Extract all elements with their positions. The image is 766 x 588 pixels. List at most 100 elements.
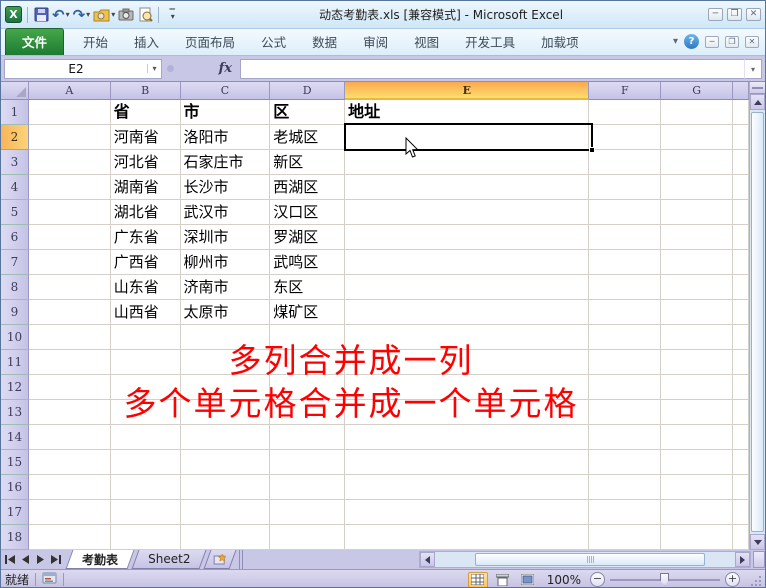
cell-A14[interactable] [28,425,111,450]
cell-C17[interactable] [180,500,271,525]
column-header-B[interactable]: B [110,82,181,100]
cell-partial-16[interactable] [733,475,750,500]
cell-E5[interactable] [345,200,590,225]
row-header-3[interactable]: 3 [1,150,29,175]
cell-F4[interactable] [589,175,662,200]
cell-C5[interactable]: 武汉市 [180,200,271,225]
cell-B14[interactable] [110,425,181,450]
cell-partial-3[interactable] [733,150,750,175]
formula-bar-splitter[interactable] [167,65,174,72]
prev-sheet-icon[interactable] [19,553,32,566]
cell-F7[interactable] [589,250,662,275]
cell-partial-8[interactable] [733,275,750,300]
row-header-2[interactable]: 2 [1,125,29,150]
cell-A16[interactable] [28,475,111,500]
row-header-17[interactable]: 17 [1,500,29,525]
vertical-split-handle[interactable] [750,82,765,94]
cell-F8[interactable] [589,275,662,300]
scroll-right-icon[interactable] [735,552,750,567]
cell-partial-12[interactable] [733,375,750,400]
horizontal-scrollbar[interactable] [419,551,751,568]
cell-A6[interactable] [28,225,111,250]
first-sheet-icon[interactable] [4,553,17,566]
cell-C9[interactable]: 太原市 [180,300,271,325]
next-sheet-icon[interactable] [34,553,47,566]
minimize-button[interactable]: ─ [708,8,723,21]
zoom-in-icon[interactable]: + [725,572,740,587]
cell-B3[interactable]: 河北省 [110,150,181,175]
tab-scroll-splitter[interactable] [239,550,244,569]
cell-D15[interactable] [270,450,346,475]
scroll-up-icon[interactable] [750,94,765,110]
ribbon-tab-5[interactable]: 数据 [299,29,350,55]
restore-button[interactable]: ❐ [727,8,742,21]
row-header-18[interactable]: 18 [1,525,29,550]
scroll-left-icon[interactable] [420,552,435,567]
print-preview-icon[interactable] [137,6,153,24]
cell-B7[interactable]: 广西省 [110,250,181,275]
cell-E9[interactable] [345,300,590,325]
column-header-A[interactable]: A [28,82,111,100]
ribbon-tab-4[interactable]: 公式 [248,29,299,55]
cell-C7[interactable]: 柳州市 [180,250,271,275]
cell-F1[interactable] [589,100,662,125]
cell-B16[interactable] [110,475,181,500]
cell-D2[interactable]: 老城区 [270,125,346,150]
name-box[interactable]: E2 ▾ [4,58,162,79]
cell-E14[interactable] [345,425,590,450]
resize-grip[interactable] [749,574,761,586]
row-header-9[interactable]: 9 [1,300,29,325]
ribbon-tab-7[interactable]: 视图 [401,29,452,55]
cell-G1[interactable] [661,100,734,125]
cell-A17[interactable] [28,500,111,525]
cell-E4[interactable] [345,175,590,200]
cell-A18[interactable] [28,525,111,550]
row-header-15[interactable]: 15 [1,450,29,475]
cell-partial-14[interactable] [733,425,750,450]
cell-D6[interactable]: 罗湖区 [270,225,346,250]
cell-partial-6[interactable] [733,225,750,250]
cell-C16[interactable] [180,475,271,500]
cell-F16[interactable] [589,475,662,500]
row-header-8[interactable]: 8 [1,275,29,300]
cell-C18[interactable] [180,525,271,550]
cell-F5[interactable] [589,200,662,225]
cell-A8[interactable] [28,275,111,300]
macro-record-icon[interactable] [42,572,57,587]
cell-G5[interactable] [661,200,734,225]
redo-icon[interactable]: ↷ ▾ [73,6,91,24]
cell-A5[interactable] [28,200,111,225]
horizontal-scroll-track[interactable] [435,552,735,567]
cell-B1[interactable]: 省 [110,100,181,125]
customize-qat-icon[interactable]: ▔ ▾ [164,6,180,24]
cell-partial-4[interactable] [733,175,750,200]
zoom-out-icon[interactable]: − [590,572,605,587]
cell-B17[interactable] [110,500,181,525]
cell-B4[interactable]: 湖南省 [110,175,181,200]
cell-partial-5[interactable] [733,200,750,225]
cell-C14[interactable] [180,425,271,450]
cell-G17[interactable] [661,500,734,525]
cell-B2[interactable]: 河南省 [110,125,181,150]
cell-C4[interactable]: 长沙市 [180,175,271,200]
ribbon-tab-6[interactable]: 审阅 [350,29,401,55]
cell-E3[interactable] [345,150,590,175]
name-box-dropdown-icon[interactable]: ▾ [147,64,161,73]
row-header-5[interactable]: 5 [1,200,29,225]
ribbon-tab-8[interactable]: 开发工具 [452,29,528,55]
cell-F15[interactable] [589,450,662,475]
cell-D7[interactable]: 武鸣区 [270,250,346,275]
cell-E15[interactable] [345,450,590,475]
cell-G2[interactable] [661,125,734,150]
column-header-E[interactable]: E [345,82,590,100]
cell-G4[interactable] [661,175,734,200]
camera-icon[interactable] [118,6,134,24]
cell-D14[interactable] [270,425,346,450]
cell-A1[interactable] [28,100,111,125]
cell-D3[interactable]: 新区 [270,150,346,175]
column-header-partial[interactable] [733,82,750,100]
cell-A7[interactable] [28,250,111,275]
column-header-D[interactable]: D [270,82,346,100]
cell-D1[interactable]: 区 [270,100,346,125]
column-header-C[interactable]: C [180,82,271,100]
